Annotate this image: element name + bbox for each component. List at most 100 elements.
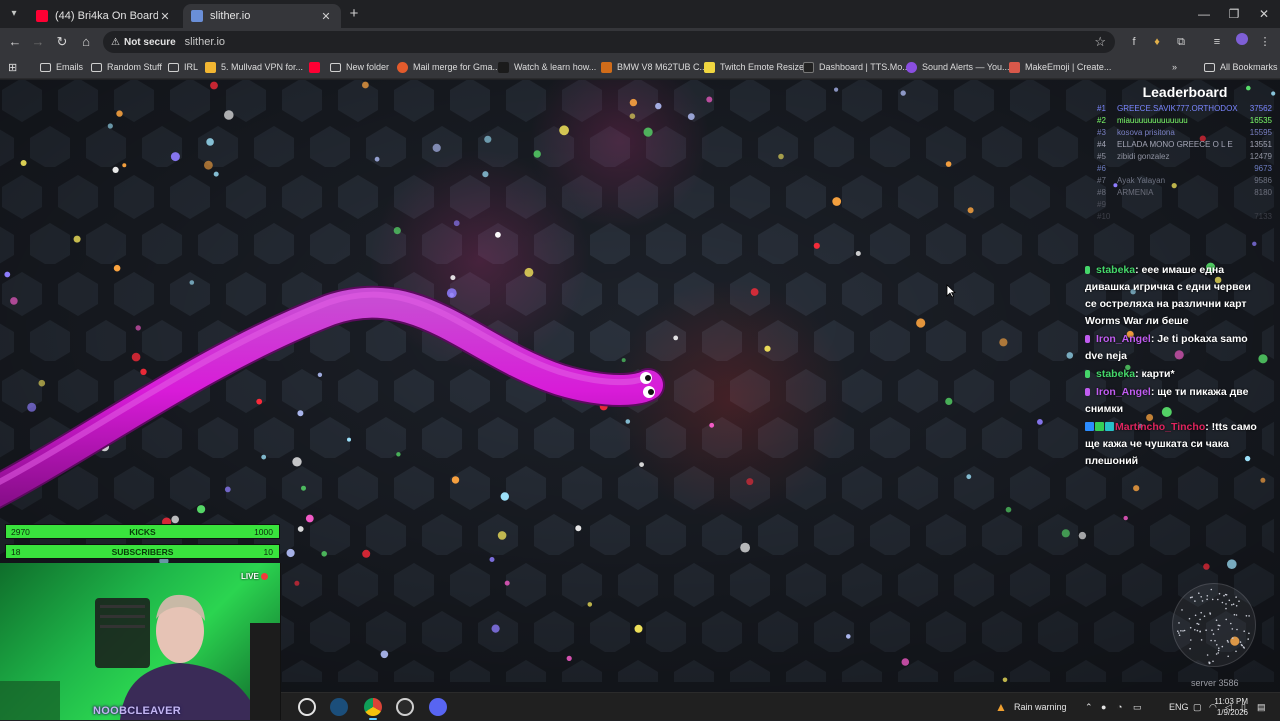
restore-icon[interactable]: ❐ (1222, 5, 1246, 23)
stream-chat: stabeka: еее имаше една дивашка игричка … (1085, 262, 1265, 471)
window-close-icon[interactable]: ✕ (1252, 5, 1276, 23)
bookmarks-overflow-icon[interactable]: » (1172, 59, 1177, 75)
minimize-icon[interactable]: — (1192, 5, 1216, 23)
food-pellet (453, 220, 460, 227)
chat-message: Iron_Angel: ще ти пикажа две снимки (1085, 384, 1265, 418)
tray-overflow-icon[interactable]: ⌃ (1085, 693, 1093, 721)
food-pellet (634, 624, 643, 633)
bookmark-new-folder[interactable]: New folder (330, 59, 389, 75)
minimap-dot (1194, 600, 1196, 602)
chat-username: Martincho_Tincho (1115, 421, 1206, 433)
obs-icon[interactable] (396, 698, 414, 716)
network-icon[interactable]: ◔ (1117, 693, 1122, 721)
weather-icon[interactable]: ▲ (995, 693, 1007, 721)
bookmark-bmw[interactable]: BMW V8 M62TUB C... (601, 59, 707, 75)
leaderboard-score: 9586 (1254, 176, 1272, 185)
leaderboard: Leaderboard #1 GREECE.SAVIK777.ORTHODOX 37… (1095, 84, 1275, 223)
food-pellet (497, 531, 507, 540)
bookmark-random-stuff[interactable]: Random Stuff (91, 59, 162, 75)
bookmark-makeemoji[interactable]: MakeEmoji | Create... (1009, 59, 1111, 75)
discord-icon[interactable] (429, 698, 447, 716)
food-pellet (393, 227, 401, 235)
tab-slither[interactable]: slither.io ✕ (183, 4, 341, 28)
all-bookmarks[interactable]: All Bookmarks (1204, 59, 1278, 75)
reload-icon[interactable]: ↻ (53, 33, 71, 51)
food-pellet (740, 542, 750, 553)
food-pellet (706, 96, 713, 103)
chrome-icon[interactable] (364, 698, 382, 716)
bookmark-label: All Bookmarks (1220, 62, 1278, 72)
food-pellet (1037, 419, 1043, 425)
food-pellet (224, 486, 231, 493)
bookmark-mullvad[interactable]: 5. Mullvad VPN for... (205, 59, 303, 75)
notifications-icon[interactable]: ▤ (1257, 693, 1266, 721)
slither-favicon-icon (191, 10, 203, 22)
new-tab-button[interactable]: + (345, 5, 363, 23)
bookmark-irl[interactable]: IRL (168, 59, 198, 75)
food-pellet (587, 602, 593, 607)
close-tab-icon[interactable]: ✕ (319, 10, 333, 23)
security-chip[interactable]: Not secure (124, 37, 176, 48)
food-pellet (504, 580, 510, 586)
minimap-dot (1232, 603, 1235, 605)
folder-icon (330, 62, 341, 72)
minimap-dot (1178, 622, 1180, 624)
profile-avatar[interactable] (1233, 33, 1251, 51)
food-pellet (966, 474, 972, 480)
minimap-dot (1200, 639, 1203, 641)
tab-youtube[interactable]: (44) Bri4ka On Board | DULI | C ✕ (28, 4, 180, 28)
bookmark-star-icon[interactable]: ☆ (1094, 34, 1106, 50)
minimap-dot (1217, 624, 1220, 627)
food-pellet (746, 478, 754, 486)
minimap-dot (1203, 615, 1206, 617)
tab-search-button[interactable]: ▾ (5, 5, 23, 23)
food-pellet (112, 166, 119, 173)
food-pellet (380, 650, 389, 659)
makeemoji-icon (1009, 61, 1020, 73)
bookmark-label: Twitch Emote Resizer (720, 62, 808, 72)
bookmark-emails[interactable]: Emails (40, 59, 83, 75)
minimap-dots (1177, 588, 1250, 665)
minimap-dot (1214, 639, 1216, 642)
food-pellet (10, 297, 18, 305)
flame-extension-icon[interactable]: ♦ (1148, 33, 1166, 51)
minimap-dot (1188, 617, 1191, 620)
warning-icon[interactable]: ⚠ (111, 37, 120, 48)
chat-badge-icon (1085, 422, 1094, 431)
microphone-icon[interactable]: ● (1101, 693, 1106, 721)
close-tab-icon[interactable]: ✕ (158, 10, 172, 23)
media-control-icon[interactable]: ≡ (1208, 33, 1226, 51)
language-indicator[interactable]: ENG (1169, 693, 1189, 721)
forward-icon[interactable]: → (29, 33, 47, 51)
food-pellet (629, 113, 636, 119)
menu-kebab-icon[interactable]: ⋮ (1256, 33, 1274, 51)
food-pellet (643, 127, 653, 137)
minimap-dot (1231, 637, 1234, 639)
url-text[interactable]: slither.io (185, 36, 225, 48)
apps-icon[interactable]: ⊞ (8, 59, 17, 75)
system-clock[interactable]: 11:03 PM 1/9/2026 (1196, 696, 1248, 718)
bookmark-watch-learn[interactable]: Watch & learn how... (498, 59, 596, 75)
weather-label[interactable]: Rain warning (1014, 693, 1067, 721)
bookmark-tts[interactable]: Dashboard | TTS.Mo... (803, 59, 910, 75)
display-icon[interactable]: ▭ (1133, 693, 1142, 721)
back-icon[interactable]: ← (6, 33, 24, 51)
font-extension-icon[interactable]: f (1125, 33, 1143, 51)
folder-icon (91, 62, 102, 72)
folder-icon (168, 62, 179, 72)
steam-icon[interactable] (330, 698, 348, 716)
address-bar[interactable]: ⚠ Not secure slither.io ☆ (103, 31, 1115, 53)
minimap (1172, 583, 1256, 667)
extensions-icon[interactable]: ⧉ (1172, 33, 1190, 51)
bookmark-youtube[interactable] (309, 59, 325, 75)
leaderboard-row: #8 ARMENIA 8180 (1095, 187, 1275, 199)
minimap-dot (1208, 662, 1211, 665)
taskbar-app-icon[interactable] (298, 698, 316, 716)
food-pellet (1252, 241, 1257, 246)
bookmark-twitch-emote[interactable]: Twitch Emote Resizer (704, 59, 807, 75)
food-pellet (374, 156, 380, 162)
food-pellet (317, 372, 323, 377)
bookmark-sound-alerts[interactable]: Sound Alerts — You... (906, 59, 1010, 75)
bookmark-mail-merge[interactable]: Mail merge for Gma... (397, 59, 500, 75)
home-icon[interactable]: ⌂ (77, 33, 95, 51)
